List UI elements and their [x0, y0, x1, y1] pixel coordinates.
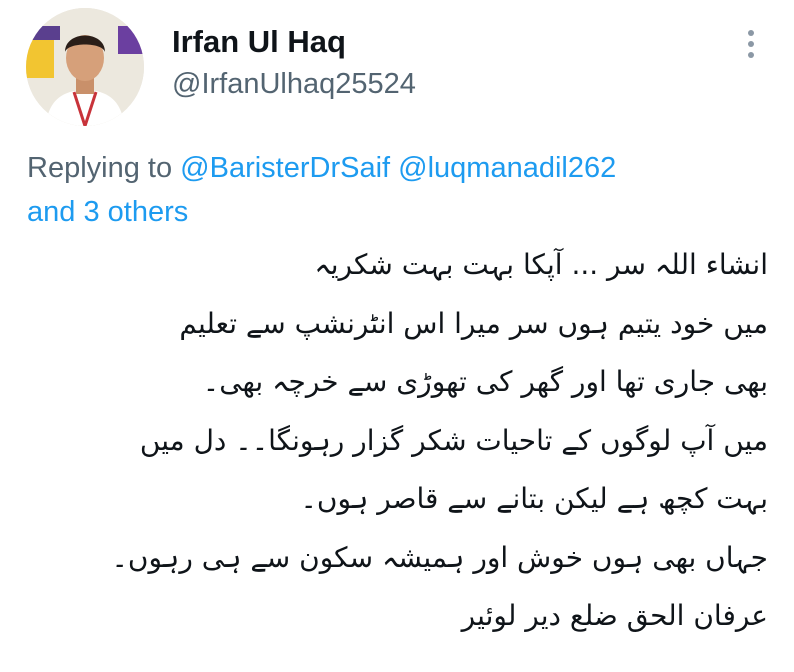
avatar[interactable] [26, 8, 144, 126]
tweet-text-line: انشاء اللہ سر ... آپکا بہت بہت شکریہ [314, 248, 768, 281]
more-vertical-icon [748, 30, 754, 36]
user-handle[interactable]: @IrfanUlhaq25524 [172, 68, 416, 101]
tweet-text-line: بہت کچھ ہے لیکن بتانے سے قاصر ہوں۔ [300, 482, 768, 515]
tweet-text-line: عرفان الحق ضلع دیر لوئیر [461, 599, 768, 632]
tweet: Irfan Ul Haq @IrfanUlhaq25524 Replying t… [0, 0, 794, 672]
replying-to: Replying to @BaristerDrSaif @luqmanadil2… [27, 146, 767, 234]
display-name[interactable]: Irfan Ul Haq [172, 24, 346, 60]
tweet-text-line: میں آپ لوگوں کے تاحیات شکر گزار رہونگا۔۔… [139, 423, 768, 457]
more-vertical-icon-dot [748, 52, 754, 58]
profile-photo-icon [26, 8, 144, 126]
mention-link[interactable]: @BaristerDrSaif [180, 152, 390, 184]
others-link[interactable]: and 3 others [27, 196, 188, 228]
more-vertical-icon-dot [748, 41, 754, 47]
more-options-button[interactable] [736, 26, 766, 62]
tweet-text-line: بھی جاری تھا اور گھر کی تھوڑی سے خرچہ بھ… [202, 365, 768, 398]
tweet-text: انشاء اللہ سر ... آپکا بہت بہت شکریہ میں… [40, 236, 768, 646]
tweet-text-line: جہاں بھی ہوں خوش اور ہمیشہ سکون سے ہی رہ… [111, 540, 768, 574]
replying-to-label: Replying to [27, 152, 181, 184]
mention-link[interactable]: @luqmanadil262 [398, 152, 616, 184]
tweet-text-line: میں خود یتیم ہوں سر میرا اس انٹرنشپ سے ت… [179, 306, 768, 340]
